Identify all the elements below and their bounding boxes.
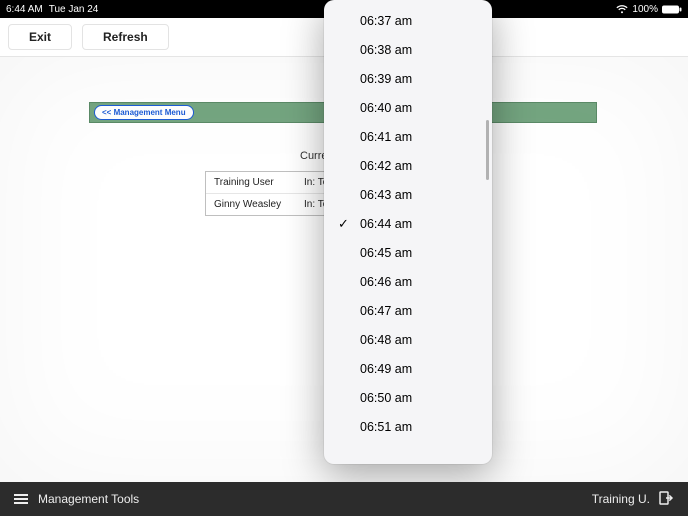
time-option[interactable]: 06:46 am [324,267,492,296]
battery-icon [662,5,682,14]
scrollbar-thumb[interactable] [486,120,489,180]
management-menu-link[interactable]: << Management Menu [94,105,194,120]
time-option[interactable]: 06:47 am [324,296,492,325]
time-option[interactable]: 06:50 am [324,383,492,412]
time-option[interactable]: 06:45 am [324,238,492,267]
time-option[interactable]: 06:43 am [324,180,492,209]
footer-title: Management Tools [38,492,139,506]
refresh-button[interactable]: Refresh [82,24,169,50]
time-option[interactable]: 06:48 am [324,325,492,354]
time-option[interactable]: 06:41 am [324,122,492,151]
battery-percent: 100% [632,4,658,15]
exit-button[interactable]: Exit [8,24,72,50]
footer-user: Training U. [592,492,650,506]
time-option[interactable]: 06:38 am [324,35,492,64]
time-option[interactable]: 06:42 am [324,151,492,180]
footer-bar: Management Tools Training U. [0,482,688,516]
user-menu[interactable]: Training U. [592,490,674,509]
time-picker-dropdown[interactable]: 06:37 am06:38 am06:39 am06:40 am06:41 am… [324,0,492,464]
logout-icon [658,490,674,509]
time-option[interactable]: 06:44 am [324,209,492,238]
time-option[interactable]: 06:39 am [324,64,492,93]
status-date: Tue Jan 24 [49,4,99,15]
time-option[interactable]: 06:51 am [324,412,492,441]
status-time: 6:44 AM [6,4,43,15]
row-name: Training User [214,177,294,188]
time-option[interactable]: 06:37 am [324,6,492,35]
time-option[interactable]: 06:49 am [324,354,492,383]
row-name: Ginny Weasley [214,199,294,210]
wifi-icon [616,5,628,14]
menu-icon[interactable] [14,494,28,504]
time-option[interactable]: 06:40 am [324,93,492,122]
